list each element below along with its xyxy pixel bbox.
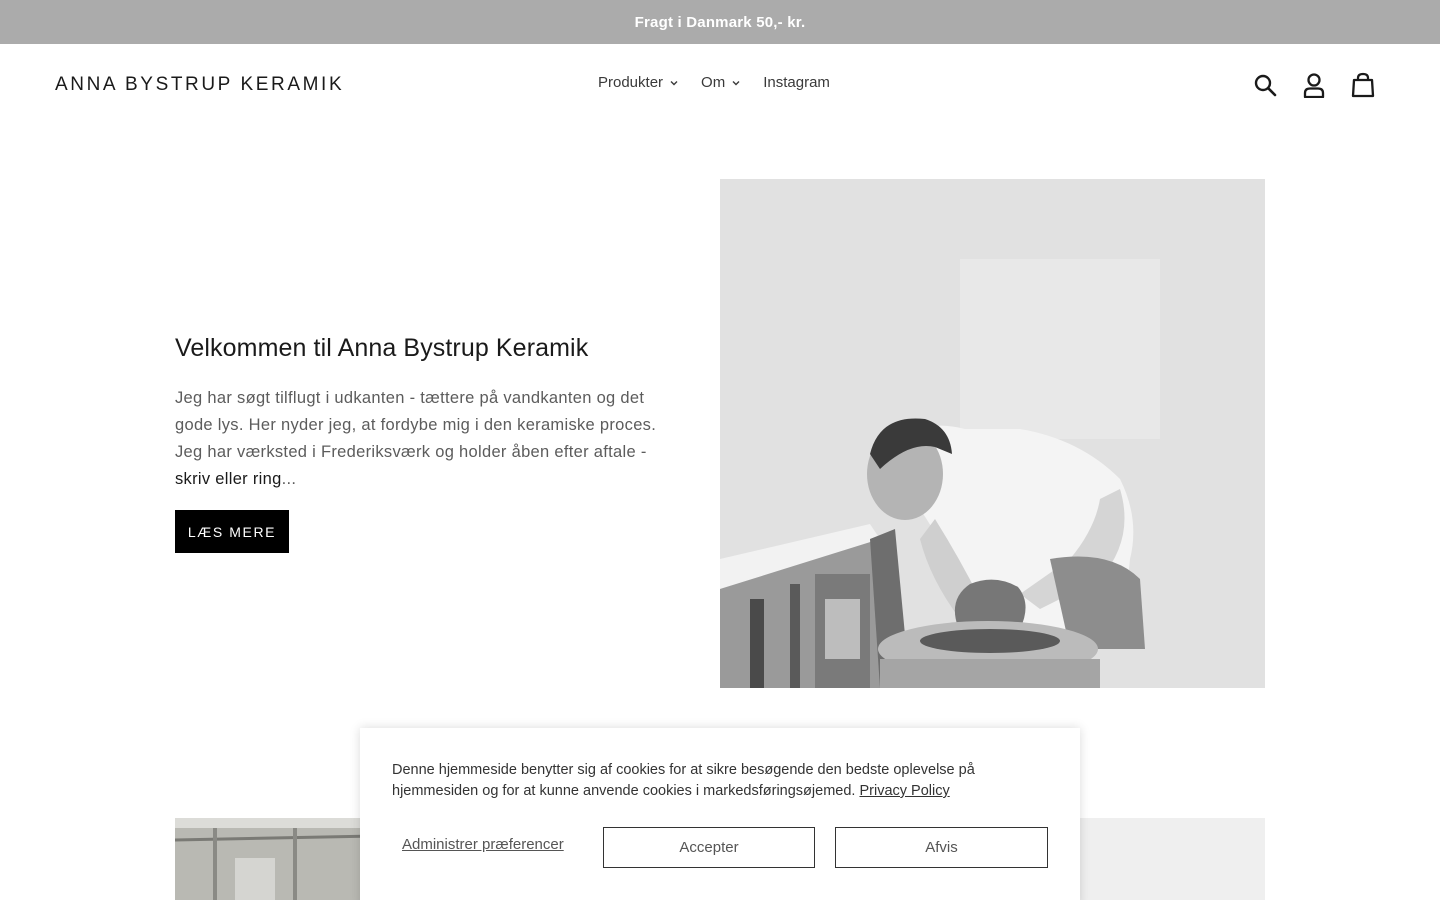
site-header: ANNA BYSTRUP KERAMIK Produkter Om Instag… [0,44,1440,126]
header-icons [1252,71,1376,99]
chevron-down-icon [670,80,678,85]
manage-preferences-link[interactable]: Administrer præferencer [402,836,564,853]
nav-item-instagram[interactable]: Instagram [763,74,830,91]
search-button[interactable] [1252,71,1278,99]
search-icon [1254,74,1277,97]
accept-cookies-button[interactable]: Accepter [603,827,815,868]
chevron-down-icon [732,80,740,85]
collection-image-right[interactable] [1060,818,1265,900]
announcement-bar: Fragt i Danmark 50,- kr. [0,0,1440,44]
hero-body-text: Jeg har søgt tilflugt i udkanten - tætte… [175,389,657,461]
nav-item-label: Instagram [763,74,830,91]
collection-image-left[interactable] [175,818,375,900]
privacy-policy-link[interactable]: Privacy Policy [859,783,949,799]
cookie-message: Denne hjemmeside benytter sig af cookies… [392,760,1052,802]
reject-cookies-button[interactable]: Afvis [835,827,1048,868]
nav-item-label: Produkter [598,74,664,91]
nav-item-label: Om [701,74,726,91]
hero-title: Velkommen til Anna Bystrup Keramik [175,334,589,362]
contact-link[interactable]: skriv eller ring [175,470,282,488]
cart-icon [1351,72,1375,98]
studio-photo [175,818,375,900]
site-logo[interactable]: ANNA BYSTRUP KERAMIK [55,74,344,96]
hero-image [720,179,1265,688]
announcement-text: Fragt i Danmark 50,- kr. [634,13,806,31]
read-more-button[interactable]: LÆS MERE [175,510,289,553]
cookie-banner: Denne hjemmeside benytter sig af cookies… [360,728,1080,900]
cart-button[interactable] [1350,71,1376,99]
hero-text-block: Velkommen til Anna Bystrup Keramik Jeg h… [175,334,675,493]
hero-body: Jeg har søgt tilflugt i udkanten - tætte… [175,385,675,493]
nav-item-produkter[interactable]: Produkter [598,74,679,91]
nav-item-om[interactable]: Om [701,74,741,91]
potter-photo [720,179,1265,688]
hero-ellipsis: ... [281,470,297,488]
account-icon [1303,73,1325,98]
account-button[interactable] [1301,71,1327,99]
main-nav: Produkter Om Instagram [598,74,830,91]
